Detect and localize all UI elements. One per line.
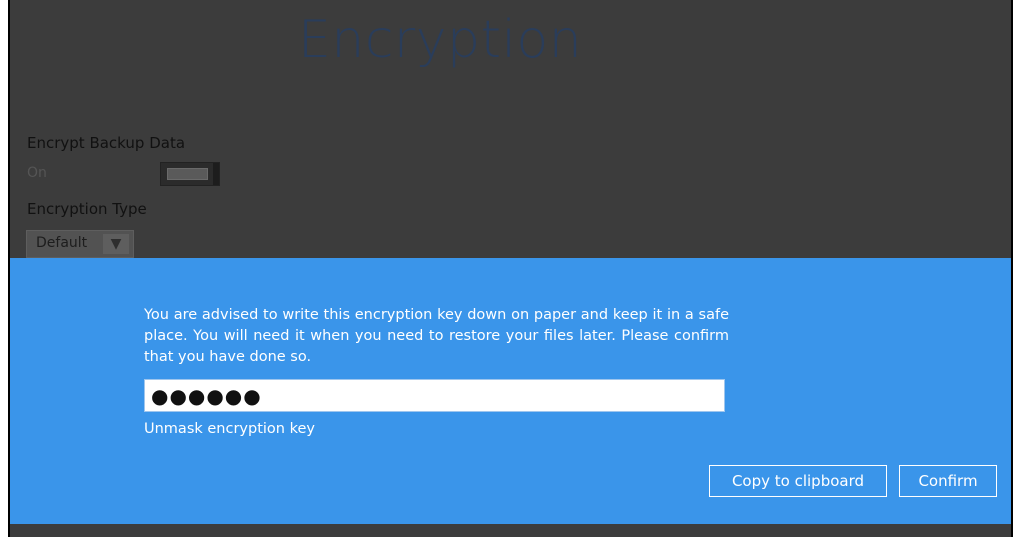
unmask-encryption-key-link[interactable]: Unmask encryption key <box>144 421 315 437</box>
encrypt-state-label: On <box>27 165 47 181</box>
chevron-down-icon[interactable]: ▼ <box>103 234 129 254</box>
confirm-button[interactable]: Confirm <box>899 465 997 497</box>
encrypt-toggle[interactable] <box>160 162 220 186</box>
encryption-key-field[interactable] <box>144 379 725 412</box>
toggle-end <box>213 163 219 185</box>
encrypt-backup-label: Encrypt Backup Data <box>27 134 186 152</box>
bottom-bar <box>10 524 1011 537</box>
encryption-type-select[interactable]: Default ▼ <box>26 230 134 258</box>
dialog-message: You are advised to write this encryption… <box>144 307 729 365</box>
page-title: Encryption <box>298 10 583 70</box>
encryption-type-value: Default <box>36 235 88 251</box>
app-window: Encryption Encrypt Backup Data On Encryp… <box>8 0 1013 537</box>
encryption-type-label: Encryption Type <box>27 200 147 218</box>
copy-to-clipboard-button[interactable]: Copy to clipboard <box>709 465 887 497</box>
encryption-key-dialog: You are advised to write this encryption… <box>10 258 1011 524</box>
toggle-knob <box>167 168 208 180</box>
